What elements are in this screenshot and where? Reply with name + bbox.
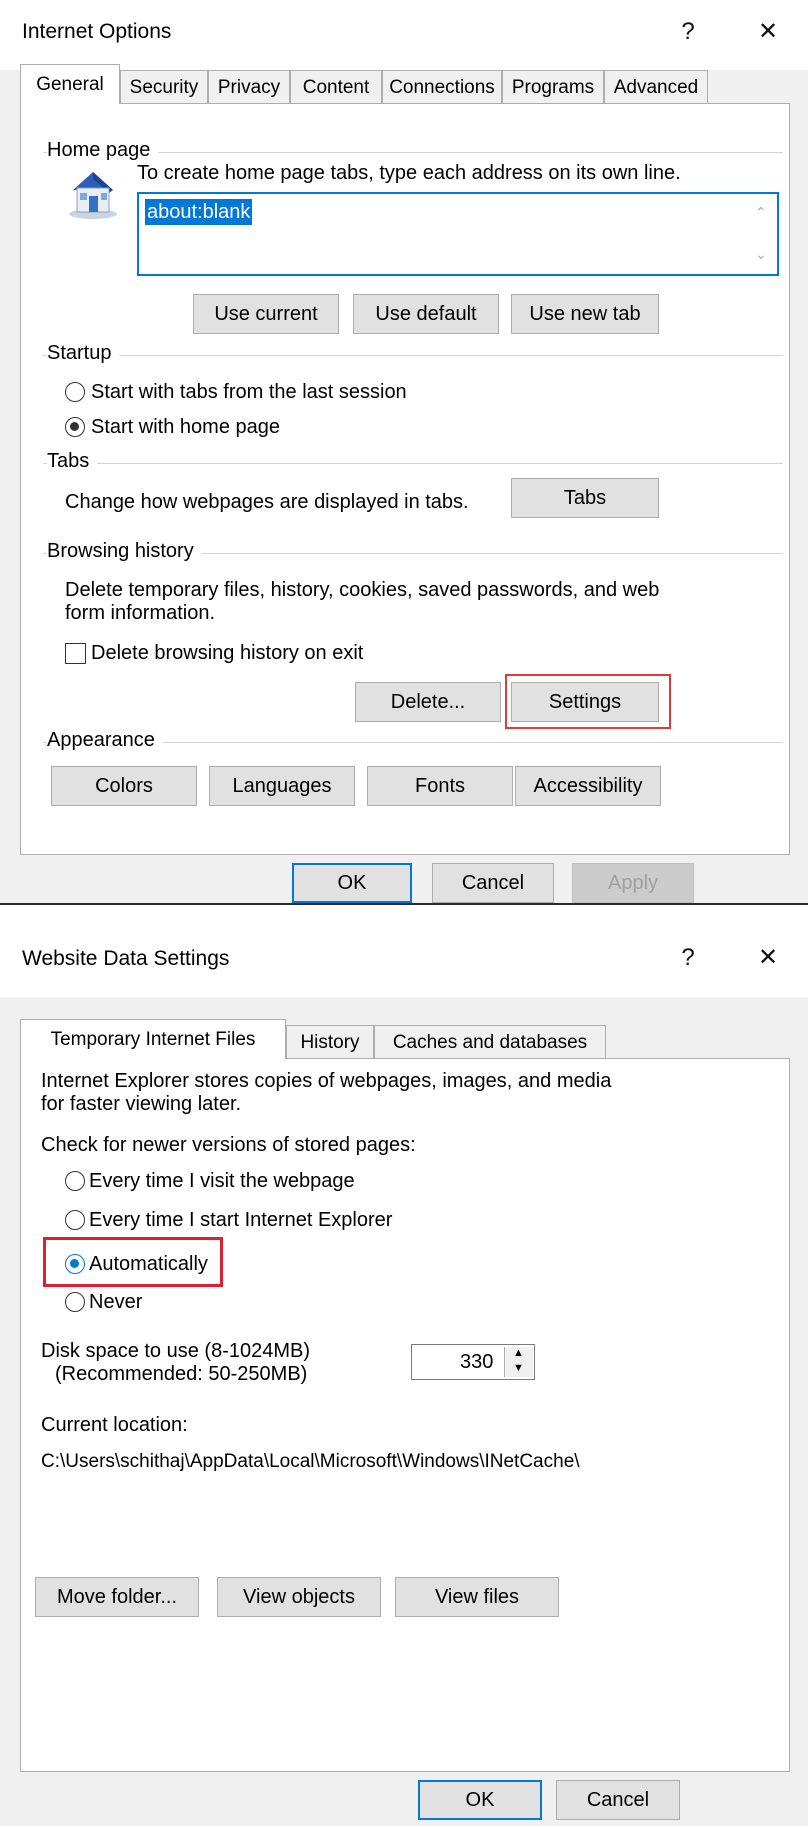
check-versions-label: Check for newer versions of stored pages… (41, 1134, 416, 1156)
scroll-up-icon[interactable]: ⌃ (755, 204, 767, 221)
tab-strip: Temporary Internet Files History Caches … (20, 1019, 640, 1059)
home-page-url: about:blank (145, 199, 253, 225)
tab-programs[interactable]: Programs (502, 70, 604, 104)
use-new-tab-button[interactable]: Use new tab (511, 294, 659, 334)
spinner-down-icon[interactable]: ▼ (513, 1362, 524, 1374)
cancel-button[interactable]: Cancel (556, 1780, 680, 1820)
apply-button[interactable]: Apply (572, 863, 694, 903)
disk-space-label: Disk space to use (8-1024MB) (41, 1340, 311, 1362)
cancel-button[interactable]: Cancel (432, 863, 554, 903)
help-button[interactable]: ? (668, 943, 708, 973)
option-never[interactable]: Never (89, 1290, 142, 1315)
option-every-start[interactable]: Every time I start Internet Explorer (89, 1208, 392, 1233)
close-button[interactable]: ✕ (748, 943, 788, 973)
title-bar-bg (0, 975, 808, 997)
use-default-button[interactable]: Use default (353, 294, 499, 334)
spinner-up-icon[interactable]: ▲ (513, 1347, 524, 1359)
current-location-label: Current location: (41, 1414, 188, 1436)
description-line-1: Internet Explorer stores copies of webpa… (41, 1070, 612, 1092)
tab-privacy[interactable]: Privacy (208, 70, 290, 104)
home-page-instruction: To create home page tabs, type each addr… (137, 162, 681, 184)
home-page-group-label: Home page (47, 139, 159, 162)
internet-options-dialog: Internet Options ? ✕ General Security Pr… (0, 0, 808, 903)
tab-temporary-internet-files[interactable]: Temporary Internet Files (20, 1019, 286, 1059)
startup-radio-home-page[interactable] (65, 417, 85, 437)
divider (43, 463, 783, 464)
description-line-2: for faster viewing later. (41, 1093, 242, 1115)
help-button[interactable]: ? (668, 17, 708, 47)
tabs-description: Change how webpages are displayed in tab… (65, 491, 469, 513)
tab-general[interactable]: General (20, 64, 120, 104)
delete-on-exit-checkbox[interactable] (65, 643, 86, 664)
radio-never[interactable] (65, 1292, 85, 1312)
title-bar: Internet Options ? ✕ (0, 0, 808, 70)
current-location-path: C:\Users\schithaj\AppData\Local\Microsof… (41, 1451, 580, 1472)
accessibility-button[interactable]: Accessibility (515, 766, 661, 806)
tab-advanced[interactable]: Advanced (604, 70, 708, 104)
close-button[interactable]: ✕ (748, 17, 788, 47)
temporary-files-panel: Internet Explorer stores copies of webpa… (20, 1058, 790, 1772)
disk-space-spinner[interactable]: 330 ▲ ▼ (411, 1344, 535, 1380)
ok-button[interactable]: OK (418, 1780, 542, 1820)
radio-automatically[interactable] (65, 1254, 85, 1274)
delete-on-exit-label[interactable]: Delete browsing history on exit (91, 641, 363, 666)
dialog-title: Website Data Settings (22, 947, 230, 970)
radio-every-visit[interactable] (65, 1171, 85, 1191)
dialog-title: Internet Options (22, 20, 172, 43)
view-files-button[interactable]: View files (395, 1577, 559, 1617)
fonts-button[interactable]: Fonts (367, 766, 513, 806)
title-bar: Website Data Settings ? ✕ (0, 905, 808, 975)
disk-space-recommended: (Recommended: 50-250MB) (55, 1363, 308, 1385)
general-panel: Home page To create home page tabs, type… (20, 103, 790, 855)
view-objects-button[interactable]: View objects (217, 1577, 381, 1617)
tab-history[interactable]: History (286, 1025, 374, 1059)
appearance-group-label: Appearance (47, 729, 163, 752)
scroll-down-icon[interactable]: ⌄ (755, 246, 767, 263)
browsing-history-group-label: Browsing history (47, 540, 202, 563)
option-every-visit[interactable]: Every time I visit the webpage (89, 1169, 355, 1194)
startup-group-label: Startup (47, 342, 120, 365)
option-automatically[interactable]: Automatically (89, 1252, 208, 1277)
home-page-textarea[interactable]: about:blank ⌃ ⌄ (137, 192, 779, 276)
colors-button[interactable]: Colors (51, 766, 197, 806)
tab-connections[interactable]: Connections (382, 70, 502, 104)
startup-option-last-session[interactable]: Start with tabs from the last session (91, 380, 407, 405)
languages-button[interactable]: Languages (209, 766, 355, 806)
browsing-history-description-2: form information. (65, 602, 216, 624)
house-icon (63, 166, 121, 220)
delete-button[interactable]: Delete... (355, 682, 501, 722)
startup-radio-last-session[interactable] (65, 382, 85, 402)
radio-every-start[interactable] (65, 1210, 85, 1230)
browsing-history-description-1: Delete temporary files, history, cookies… (65, 579, 660, 601)
disk-space-value[interactable]: 330 (460, 1350, 493, 1375)
settings-button[interactable]: Settings (511, 682, 659, 722)
divider (43, 355, 783, 356)
tab-strip: General Security Privacy Content Connect… (20, 64, 790, 104)
use-current-button[interactable]: Use current (193, 294, 339, 334)
tabs-settings-button[interactable]: Tabs (511, 478, 659, 518)
startup-option-home-page[interactable]: Start with home page (91, 415, 280, 440)
tabs-group-label: Tabs (47, 450, 98, 473)
ok-button[interactable]: OK (292, 863, 412, 903)
tab-security[interactable]: Security (120, 70, 208, 104)
website-data-settings-dialog: Website Data Settings ? ✕ Temporary Inte… (0, 905, 808, 1826)
tab-content[interactable]: Content (290, 70, 382, 104)
spinner-buttons: ▲ ▼ (504, 1347, 533, 1377)
move-folder-button[interactable]: Move folder... (35, 1577, 199, 1617)
tab-caches-and-databases[interactable]: Caches and databases (374, 1025, 606, 1059)
